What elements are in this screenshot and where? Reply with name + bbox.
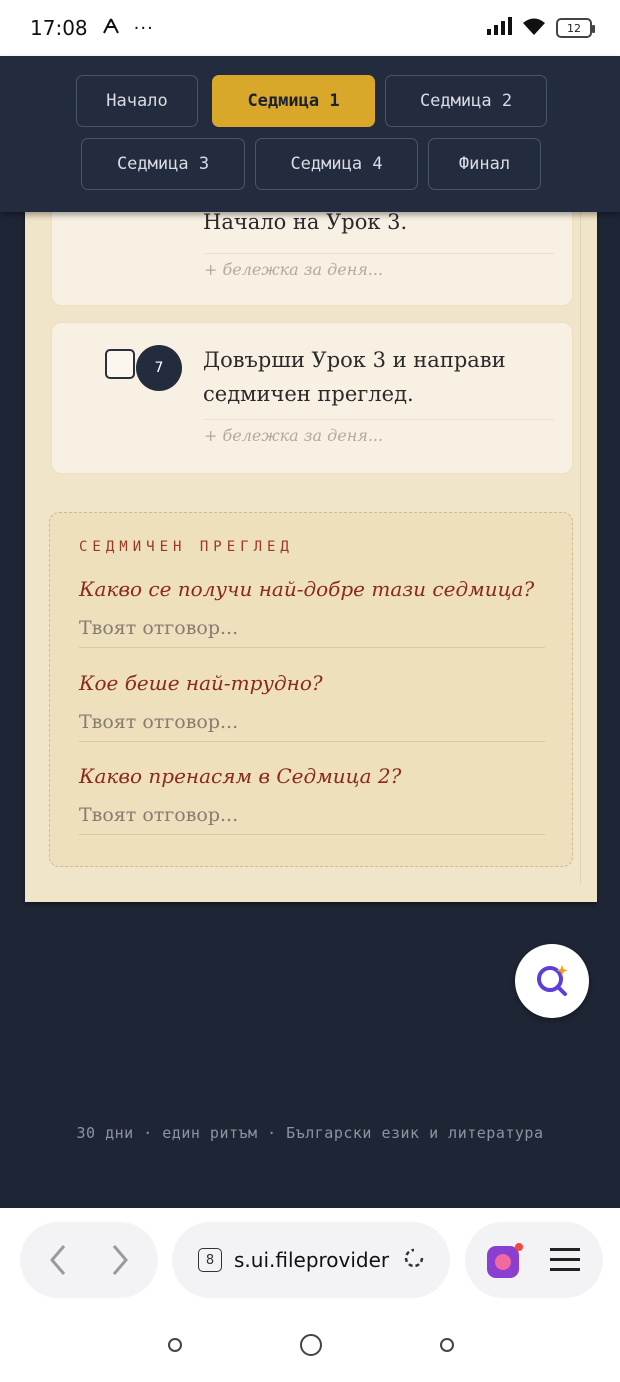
tab-final[interactable]: Финал [428,138,541,190]
review-answer-input[interactable]: Твоят отговор... [79,617,545,648]
notification-icon [100,16,122,40]
tab-week-3[interactable]: Седмица 3 [81,138,245,190]
task-card-7: 7 Довърши Урок 3 и направи седмичен прег… [51,322,573,474]
task-checkbox[interactable] [105,349,135,379]
signal-icon [486,17,512,39]
back-arrow-icon[interactable] [46,1242,70,1282]
nav-buttons [20,1222,158,1298]
task-text: Довърши Урок 3 и направи седмичен прегле… [203,348,506,406]
ai-search-icon [532,959,572,1003]
task-note-input[interactable]: + бележка за деня... [204,419,554,445]
status-bar: 17:08 ··· 12 [0,0,620,56]
status-more: ··· [133,17,154,39]
reload-icon[interactable] [401,1245,427,1275]
url-bar[interactable]: 8 s.ui.fileprovider [172,1222,450,1298]
review-question: Кое беше най-трудно? [79,671,323,695]
recent-apps-icon[interactable] [166,1336,184,1358]
review-question: Какво пренасям в Седмица 2? [79,764,402,788]
home-icon[interactable] [298,1332,324,1362]
review-answer-input[interactable]: Твоят отговор... [79,711,545,742]
tab-week-4[interactable]: Седмица 4 [255,138,418,190]
week-nav: Начало Седмица 1 Седмица 2 Седмица 3 Сед… [0,56,620,212]
tab-week-1[interactable]: Седмица 1 [212,75,375,127]
url-text[interactable]: s.ui.fileprovider [234,1248,389,1272]
tab-count-icon[interactable]: 8 [198,1248,222,1272]
page-footer: 30 дни · един ритъм · Български език и л… [76,1124,544,1142]
hamburger-menu-icon[interactable] [549,1246,581,1278]
tab-week-2[interactable]: Седмица 2 [385,75,547,127]
browser-toolbar: 8 s.ui.fileprovider [0,1208,620,1318]
weekly-review: СЕДМИЧЕН ПРЕГЛЕД Какво се получи най-доб… [49,512,573,867]
review-question: Какво се получи най-добре тази седмица? [79,577,535,601]
back-icon[interactable] [438,1336,456,1358]
review-title: СЕДМИЧЕН ПРЕГЛЕД [79,539,294,555]
system-nav-bar [0,1318,620,1382]
wifi-icon [522,17,546,39]
browser-menu-group [465,1222,603,1298]
tab-start[interactable]: Начало [76,75,198,127]
forward-arrow-icon[interactable] [108,1242,132,1282]
task-note-input[interactable]: + бележка за деня... [204,253,554,279]
week-content: 6 Начало на Урок 3. + бележка за деня...… [25,140,597,902]
battery-icon: 12 [556,18,595,38]
status-time: 17:08 [30,16,88,40]
task-number: 7 [136,345,182,391]
margin-line [580,150,581,885]
search-assistant-button[interactable] [515,944,589,1018]
review-answer-input[interactable]: Твоят отговор... [79,804,545,835]
game-app-icon[interactable] [485,1242,523,1284]
